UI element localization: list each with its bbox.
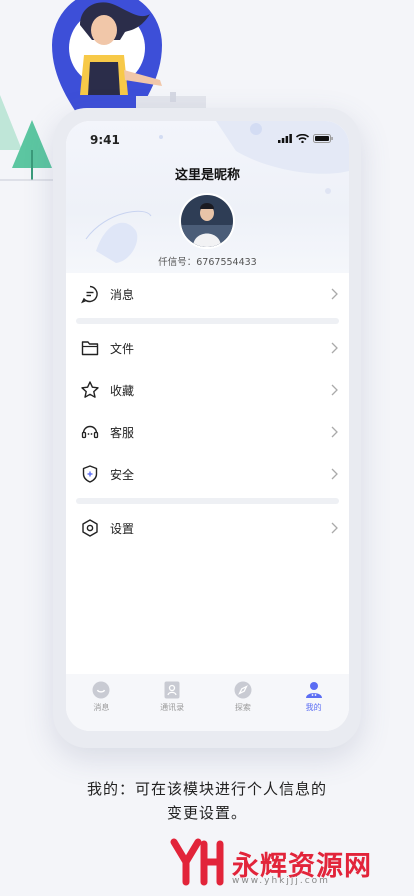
chevron-right-icon (331, 384, 338, 396)
profile-header: 9:41 这里是昵称 仟信号：6767554433 (66, 121, 349, 273)
chevron-right-icon (331, 522, 338, 534)
menu-list: 消息 文件 收藏 客服 安全 设置 (66, 273, 349, 549)
menu-item-support[interactable]: 客服 (66, 411, 349, 453)
feature-caption: 我的：可在该模块进行个人信息的 变更设置。 (0, 777, 414, 825)
status-time: 9:41 (90, 133, 120, 147)
app-screen: 9:41 这里是昵称 仟信号：6767554433 消息 文件 收藏 客服 安全… (66, 121, 349, 731)
tab-label: 我的 (305, 703, 322, 712)
menu-item-favorites[interactable]: 收藏 (66, 369, 349, 411)
shield-icon (82, 465, 98, 483)
battery-icon (313, 134, 333, 143)
menu-item-label: 消息 (110, 288, 135, 302)
menu-item-messages[interactable]: 消息 (66, 273, 349, 315)
section-divider (76, 318, 339, 324)
profile-icon (305, 682, 322, 698)
menu-item-settings[interactable]: 设置 (66, 507, 349, 549)
user-id: 仟信号：6767554433 (158, 257, 257, 268)
chat-icon (92, 681, 110, 699)
chevron-right-icon (331, 288, 338, 300)
menu-item-security[interactable]: 安全 (66, 453, 349, 495)
watermark: 永辉资源网 www.yhkjjj.com (170, 838, 410, 888)
message-icon (81, 285, 98, 304)
avatar-image (181, 195, 233, 247)
tab-explore[interactable]: 探索 (208, 674, 279, 731)
tab-label: 探索 (234, 703, 251, 712)
avatar[interactable] (179, 193, 235, 249)
tab-label: 消息 (93, 703, 110, 712)
menu-item-label: 安全 (110, 468, 135, 482)
star-icon (81, 381, 99, 398)
chevron-right-icon (331, 468, 338, 480)
folder-icon (81, 341, 99, 356)
menu-item-label: 文件 (110, 342, 135, 356)
headset-icon (81, 425, 99, 439)
compass-icon (234, 681, 252, 699)
tab-label: 通讯录 (160, 703, 185, 712)
caption-line-2: 变更设置。 (166, 804, 247, 822)
menu-item-label: 客服 (110, 426, 135, 440)
watermark-url: www.yhkjjj.com (232, 876, 330, 886)
bottom-tab-bar: 消息 通讯录 探索 我的 (66, 674, 349, 731)
profile-nickname: 这里是昵称 (174, 168, 240, 183)
status-bar: 9:41 (66, 131, 349, 151)
wifi-icon (296, 134, 309, 143)
contacts-icon (164, 681, 180, 699)
chevron-right-icon (331, 426, 338, 438)
tab-profile[interactable]: 我的 (278, 674, 349, 731)
section-divider (76, 498, 339, 504)
settings-icon (82, 519, 98, 537)
caption-line-1: 我的：可在该模块进行个人信息的 (86, 780, 327, 798)
tab-contacts[interactable]: 通讯录 (137, 674, 208, 731)
tab-messages[interactable]: 消息 (66, 674, 137, 731)
menu-item-files[interactable]: 文件 (66, 327, 349, 369)
menu-item-label: 收藏 (110, 384, 135, 398)
watermark-logo (170, 838, 224, 886)
chevron-right-icon (331, 342, 338, 354)
menu-item-label: 设置 (110, 522, 135, 536)
signal-icon (278, 134, 292, 143)
